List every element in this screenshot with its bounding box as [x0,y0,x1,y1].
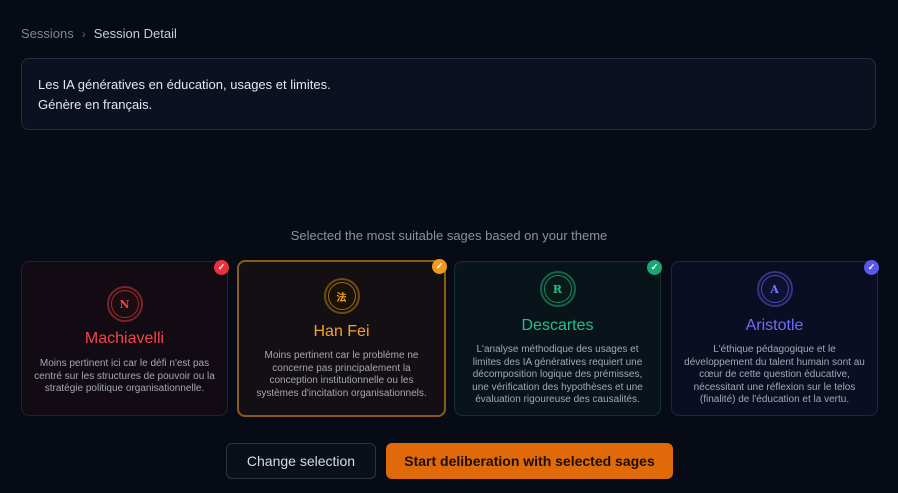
sage-avatar-initial: R [543,275,572,303]
sage-avatar-initial: A [760,275,789,303]
sage-card-han-fei[interactable]: ✓ 法 Han Fei Moins pertinent car le probl… [237,259,447,417]
check-icon: ✓ [214,260,229,275]
breadcrumb-current: Session Detail [93,26,177,41]
sage-card-descartes[interactable]: ✓ R Descartes L'analyse méthodique des u… [454,260,662,416]
theme-prompt-box: Les IA génératives en éducation, usages … [21,58,876,130]
page: Sessions › Session Detail Les IA générat… [0,0,898,493]
sage-avatar: A [756,271,793,307]
sage-name: Han Fei [313,323,370,340]
theme-prompt-line-1: Les IA génératives en éducation, usages … [38,77,331,92]
check-icon: ✓ [432,259,447,274]
sage-description: Moins pertinent car le problème ne conce… [256,350,427,399]
sage-avatar: 法 [323,278,360,314]
sage-card-machiavelli[interactable]: ✓ N Machiavelli Moins pertinent ici car … [21,260,229,416]
chevron-right-icon: › [81,26,86,41]
check-icon: ✓ [864,260,879,275]
sage-avatar: N [106,286,143,322]
theme-prompt-line-2: Génère en français. [38,97,153,112]
sage-avatar-initial: 法 [327,282,356,310]
breadcrumb-sessions-link[interactable]: Sessions [21,26,74,41]
breadcrumb: Sessions › Session Detail [21,26,177,41]
selection-subtitle: Selected the most suitable sages based o… [290,228,608,243]
sage-name: Machiavelli [84,330,165,347]
sage-description: L'analyse méthodique des usages et limit… [472,344,643,405]
check-icon: ✓ [647,260,662,275]
start-deliberation-button[interactable]: Start deliberation with selected sages [386,443,673,479]
sage-avatar: R [539,271,576,307]
sage-avatar-initial: N [110,290,139,318]
sage-name: Descartes [521,317,594,334]
sage-card-aristotle[interactable]: ✓ A Aristotle L'éthique pédagogique et l… [671,260,879,416]
change-selection-button[interactable]: Change selection [226,443,376,479]
sage-name: Aristotle [745,317,804,334]
sage-description: Moins pertinent ici car le défi n'est pa… [34,358,215,394]
sage-description: L'éthique pédagogique et le développemen… [684,344,865,405]
